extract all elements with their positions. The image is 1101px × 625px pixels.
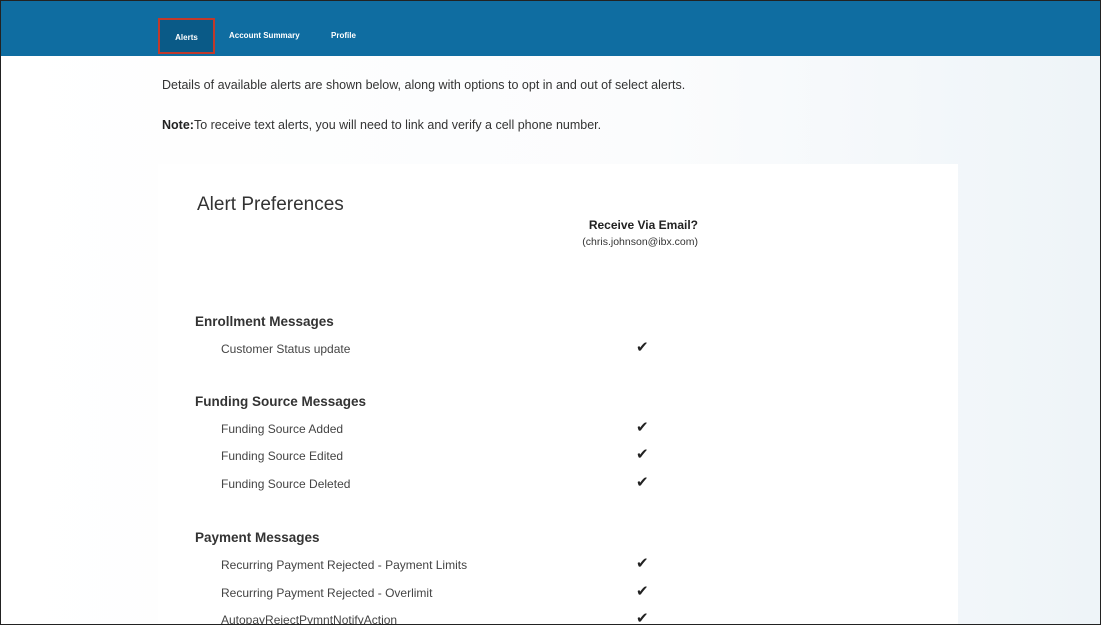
note-body: To receive text alerts, you will need to… <box>193 118 602 132</box>
page-title: Alert Preferences <box>197 194 344 215</box>
alert-row-label: Funding Source Edited <box>221 449 344 463</box>
section-title-enrollment: Enrollment Messages <box>195 314 334 329</box>
app-frame: Alerts Account Summary Profile Details o… <box>0 0 1101 625</box>
note-text: Note:To receive text alerts, you will ne… <box>162 118 601 132</box>
email-check-icon[interactable]: ✔ <box>636 338 649 356</box>
section-title-funding-source: Funding Source Messages <box>195 394 367 409</box>
tab-account-summary[interactable]: Account Summary <box>229 18 300 54</box>
tab-profile[interactable]: Profile <box>331 18 356 54</box>
email-check-icon[interactable]: ✔ <box>636 554 649 572</box>
email-check-icon[interactable]: ✔ <box>636 609 649 624</box>
email-column-header: Receive Via Email? (chris.johnson@ibx.co… <box>558 218 718 248</box>
alert-row-label: Recurring Payment Rejected - Overlimit <box>221 586 433 600</box>
email-check-icon[interactable]: ✔ <box>636 418 649 436</box>
alert-row-label: AutopayRejectPymntNotifyAction <box>221 613 398 625</box>
intro-text: Details of available alerts are shown be… <box>162 78 686 92</box>
alert-row-label: Funding Source Added <box>221 422 344 436</box>
top-nav: Alerts Account Summary Profile <box>1 1 1100 56</box>
email-address: (chris.johnson@ibx.com) <box>582 236 698 248</box>
note-label: Note: <box>162 118 194 132</box>
email-column-title: Receive Via Email? <box>588 218 698 232</box>
alert-row-label: Funding Source Deleted <box>221 477 351 491</box>
email-check-icon[interactable]: ✔ <box>636 445 649 463</box>
alert-row-label: Customer Status update <box>221 342 351 356</box>
alert-row-label: Recurring Payment Rejected - Payment Lim… <box>221 558 468 572</box>
tab-alerts[interactable]: Alerts <box>158 18 215 54</box>
section-title-payment: Payment Messages <box>195 530 320 545</box>
email-check-icon[interactable]: ✔ <box>636 582 649 600</box>
email-check-icon[interactable]: ✔ <box>636 473 649 491</box>
